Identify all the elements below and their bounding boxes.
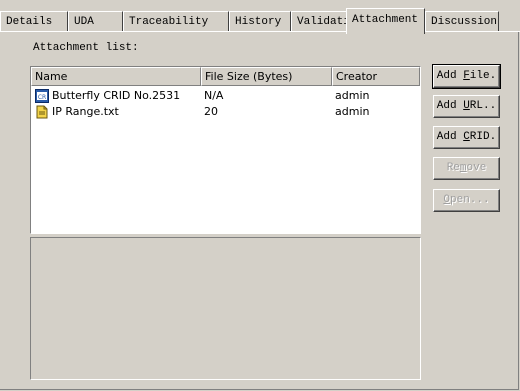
attachment-row[interactable]: CR Butterfly CRID No.2531 N/A admin xyxy=(31,88,420,104)
add-crid-button[interactable]: Add CRID. xyxy=(433,126,500,149)
text-file-icon xyxy=(35,105,49,119)
attachment-name: Butterfly CRID No.2531 xyxy=(52,89,181,102)
add-file-button[interactable]: Add File. xyxy=(432,64,501,89)
tab-baseline xyxy=(0,31,520,32)
attachment-preview-pane xyxy=(30,237,421,380)
column-header-creator[interactable]: Creator xyxy=(332,67,420,86)
attachment-size: N/A xyxy=(204,89,224,102)
svg-text:CR: CR xyxy=(38,94,46,101)
remove-button[interactable]: Remove xyxy=(433,157,500,180)
tab-details[interactable]: Details xyxy=(0,11,68,31)
attachment-creator: admin xyxy=(335,89,370,102)
attachment-size: 20 xyxy=(204,105,218,118)
crid-icon: CR xyxy=(35,89,49,103)
attachment-listview[interactable]: Name File Size (Bytes) Creator CR Butter… xyxy=(30,66,421,234)
tab-strip: Details UDA Traceability History Validat… xyxy=(0,0,520,34)
tab-uda[interactable]: UDA xyxy=(68,11,123,31)
listview-header: Name File Size (Bytes) Creator xyxy=(31,67,420,86)
attachment-creator: admin xyxy=(335,105,370,118)
tab-traceability[interactable]: Traceability xyxy=(123,11,229,31)
tab-history[interactable]: History xyxy=(229,11,291,31)
column-header-file-size[interactable]: File Size (Bytes) xyxy=(201,67,332,86)
tab-discussion[interactable]: Discussion xyxy=(425,11,499,31)
open-button[interactable]: Open... xyxy=(433,189,500,212)
tab-attachment[interactable]: Attachment xyxy=(346,8,425,34)
attachment-list-label: Attachment list: xyxy=(33,42,139,54)
attachment-name: IP Range.txt xyxy=(52,105,119,118)
add-url-button[interactable]: Add URL.. xyxy=(433,95,500,118)
tab-validation[interactable]: Validation xyxy=(291,11,363,31)
column-header-name[interactable]: Name xyxy=(31,67,201,86)
attachment-row[interactable]: IP Range.txt 20 admin xyxy=(31,104,420,120)
